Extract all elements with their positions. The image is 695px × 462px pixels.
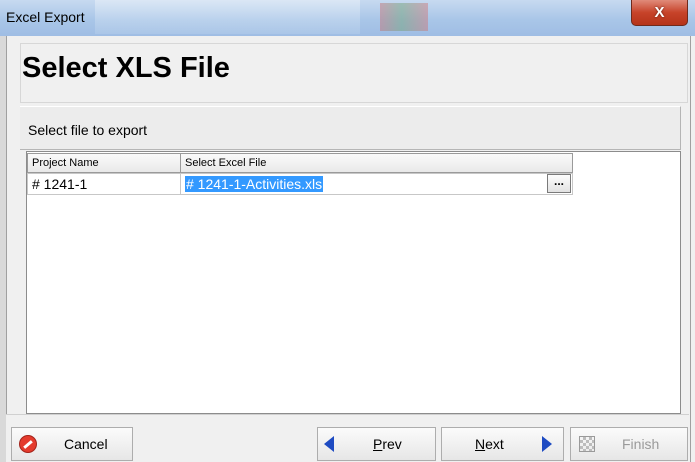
- window-title: Excel Export: [6, 9, 85, 25]
- cancel-icon: [19, 435, 37, 453]
- finish-label: Finish: [622, 436, 660, 452]
- table-cell-excel-file[interactable]: # 1241-1-Activities.xls: [180, 173, 573, 195]
- cancel-button[interactable]: Cancel: [11, 427, 133, 461]
- prev-label-rest: rev: [382, 436, 402, 452]
- next-label-rest: ext: [485, 436, 504, 452]
- next-button[interactable]: Next: [441, 427, 564, 461]
- close-icon: X: [654, 4, 665, 21]
- arrow-right-icon: [542, 436, 552, 452]
- close-button[interactable]: X: [631, 0, 688, 26]
- column-header-project-name[interactable]: Project Name: [27, 153, 181, 173]
- background-window-ghost: [380, 3, 428, 31]
- title-bar: [0, 0, 695, 36]
- next-mnemonic: N: [475, 436, 486, 452]
- finish-button[interactable]: Finish: [570, 427, 688, 461]
- project-name-value: # 1241-1: [32, 176, 88, 192]
- excel-file-input[interactable]: # 1241-1-Activities.xls: [185, 176, 324, 192]
- prev-button[interactable]: Prev: [317, 427, 436, 461]
- page-title: Select XLS File: [22, 52, 230, 84]
- checkered-flag-icon: [579, 436, 595, 452]
- background-window-ghost: [95, 0, 360, 34]
- arrow-left-icon: [324, 436, 334, 452]
- prev-label: Prev: [373, 436, 402, 452]
- prev-mnemonic: P: [373, 436, 383, 452]
- subheader-label: Select file to export: [28, 122, 148, 138]
- table-cell-project-name[interactable]: # 1241-1: [27, 173, 181, 195]
- column-header-select-excel-file[interactable]: Select Excel File: [180, 153, 573, 173]
- browse-button[interactable]: ...: [547, 174, 571, 193]
- next-label: Next: [475, 436, 504, 452]
- cancel-label: Cancel: [64, 436, 108, 452]
